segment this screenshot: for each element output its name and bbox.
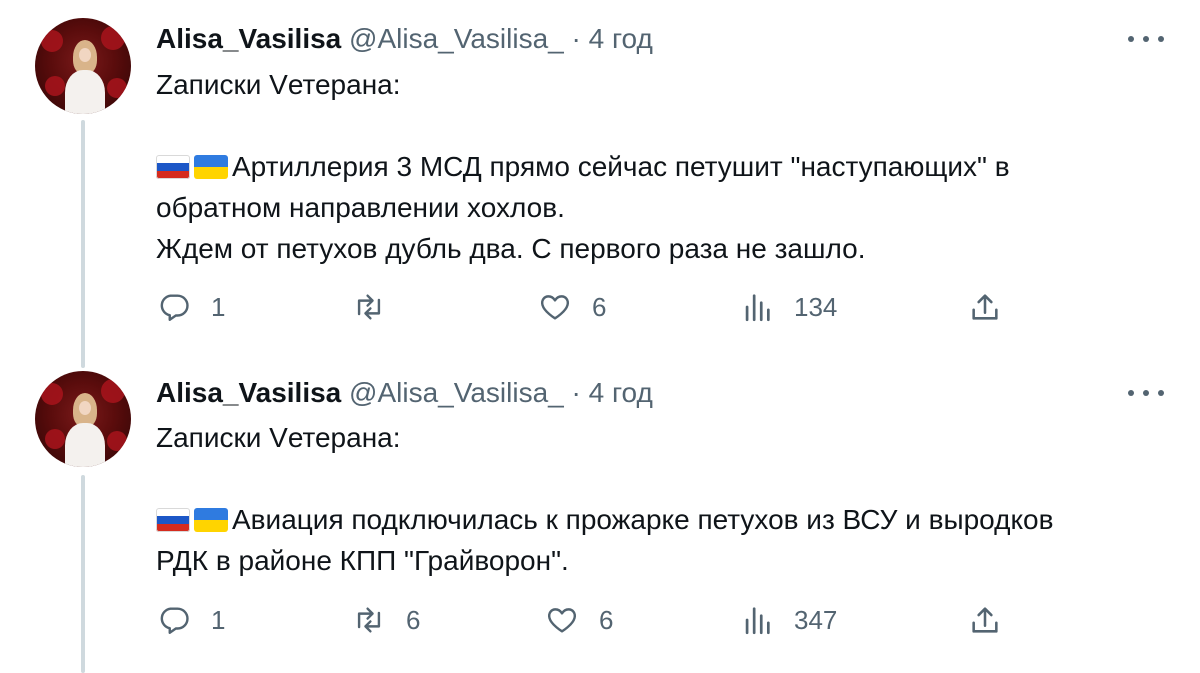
share-icon bbox=[972, 607, 998, 633]
share-button[interactable] bbox=[968, 287, 1002, 327]
views-icon bbox=[745, 607, 770, 635]
tweet-header: Alisa_Vasilisa @Alisa_Vasilisa_ · 4 год bbox=[156, 22, 653, 56]
tweet-text-line bbox=[156, 105, 1010, 146]
more-icon[interactable] bbox=[1128, 383, 1164, 403]
views-button[interactable]: 134 bbox=[740, 287, 837, 327]
author-handle[interactable]: @Alisa_Vasilisa_ bbox=[349, 377, 564, 408]
tweet[interactable]: Alisa_Vasilisa @Alisa_Vasilisa_ · 4 год … bbox=[0, 0, 1200, 355]
retweet-button[interactable]: 6 bbox=[352, 600, 420, 640]
retweet-button[interactable] bbox=[352, 287, 406, 327]
like-count: 6 bbox=[592, 291, 607, 322]
tweet-text: Zаписки Vетерана: Авиация подключилась к… bbox=[156, 417, 1053, 581]
reply-icon bbox=[160, 294, 189, 321]
flag-ukraine-icon bbox=[194, 155, 228, 179]
flag-russia-icon bbox=[156, 508, 190, 532]
tweet-text-line: обратном направлении хохлов. bbox=[156, 192, 565, 223]
separator-dot: · bbox=[571, 23, 581, 54]
timestamp[interactable]: 4 год bbox=[589, 377, 653, 408]
tweet[interactable]: Alisa_Vasilisa @Alisa_Vasilisa_ · 4 год … bbox=[0, 355, 1200, 673]
avatar[interactable] bbox=[35, 18, 131, 114]
flag-ukraine-icon bbox=[194, 508, 228, 532]
tweet-text-line: РДК в районе КПП "Грайворон". bbox=[156, 545, 569, 576]
reply-button[interactable]: 1 bbox=[157, 287, 225, 327]
like-button[interactable]: 6 bbox=[538, 287, 606, 327]
tweet-header: Alisa_Vasilisa @Alisa_Vasilisa_ · 4 год bbox=[156, 376, 653, 410]
author-name[interactable]: Alisa_Vasilisa bbox=[156, 23, 341, 54]
views-count: 134 bbox=[794, 291, 838, 322]
separator-dot: · bbox=[571, 377, 581, 408]
reply-button[interactable]: 1 bbox=[157, 600, 225, 640]
retweet-count: 6 bbox=[406, 604, 421, 635]
views-count: 347 bbox=[794, 604, 838, 635]
tweet-text-line: Артиллерия 3 МСД прямо сейчас петушит "н… bbox=[156, 146, 1010, 187]
flag-russia-icon bbox=[156, 155, 190, 179]
tweet-text-line bbox=[156, 458, 1053, 499]
avatar[interactable] bbox=[35, 371, 131, 467]
retweet-icon bbox=[357, 294, 381, 320]
views-icon bbox=[745, 294, 770, 322]
action-bar: 1 6 6 347 bbox=[0, 600, 1200, 640]
heart-icon bbox=[548, 608, 576, 633]
heart-icon bbox=[541, 295, 569, 320]
share-icon bbox=[972, 294, 998, 320]
retweet-icon bbox=[357, 607, 381, 633]
tweet-text: Zаписки Vетерана: Артиллерия 3 МСД прямо… bbox=[156, 64, 1010, 269]
views-button[interactable]: 347 bbox=[740, 600, 837, 640]
timestamp[interactable]: 4 год bbox=[589, 23, 653, 54]
author-handle[interactable]: @Alisa_Vasilisa_ bbox=[349, 23, 564, 54]
action-bar: 1 6 134 bbox=[0, 287, 1200, 327]
reply-icon bbox=[160, 607, 189, 634]
reply-count: 1 bbox=[211, 291, 226, 322]
tweet-text-line: Авиация подключилась к прожарке петухов … bbox=[156, 499, 1053, 540]
like-count: 6 bbox=[599, 604, 614, 635]
tweet-text-line: Zаписки Vетерана: bbox=[156, 69, 401, 100]
share-button[interactable] bbox=[968, 600, 1002, 640]
more-icon[interactable] bbox=[1128, 29, 1164, 49]
like-button[interactable]: 6 bbox=[545, 600, 613, 640]
reply-count: 1 bbox=[211, 604, 226, 635]
author-name[interactable]: Alisa_Vasilisa bbox=[156, 377, 341, 408]
tweet-text-line: Ждем от петухов дубль два. С первого раз… bbox=[156, 233, 866, 264]
tweet-text-line: Zаписки Vетерана: bbox=[156, 422, 401, 453]
